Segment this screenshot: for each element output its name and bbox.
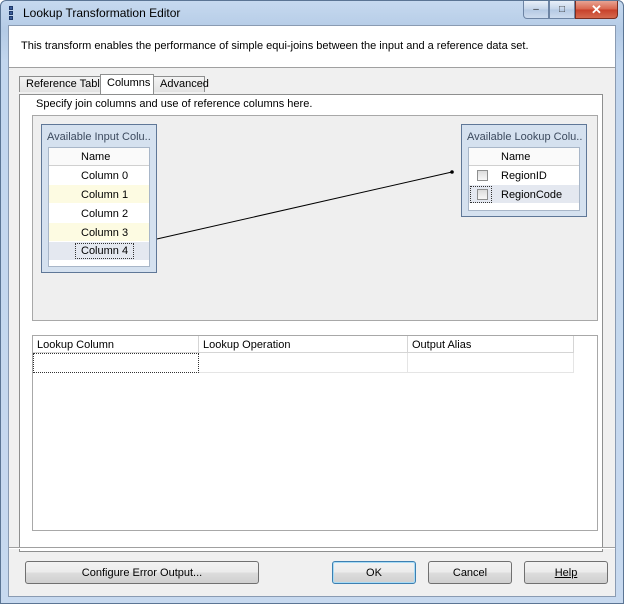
lookup-column-row[interactable]: RegionID — [469, 166, 579, 185]
mapping-canvas[interactable]: Available Input Colu... Name Column 0 Co… — [32, 115, 598, 321]
input-column-row[interactable]: Column 2 — [49, 204, 149, 223]
available-input-columns-box[interactable]: Available Input Colu... Name Column 0 Co… — [41, 124, 157, 273]
lookup-column-checkbox[interactable] — [477, 189, 488, 200]
help-button[interactable]: Help — [524, 561, 608, 584]
maximize-button[interactable]: □ — [549, 1, 575, 19]
header-description: This transform enables the performance o… — [21, 40, 529, 52]
columns-tab-description: Specify join columns and use of referenc… — [36, 98, 313, 110]
ok-button[interactable]: OK — [332, 561, 416, 584]
lookup-column-label: RegionID — [501, 170, 547, 182]
header-panel: This transform enables the performance o… — [9, 26, 615, 68]
input-column-label: Column 1 — [81, 189, 129, 201]
grid-cell-lookup-column[interactable] — [33, 353, 199, 373]
cancel-button[interactable]: Cancel — [428, 561, 512, 584]
maximize-icon: □ — [558, 4, 566, 15]
input-column-row-selected[interactable]: Column 4 — [49, 242, 149, 261]
input-column-label: Column 4 — [74, 243, 135, 259]
input-column-label: Column 0 — [81, 170, 129, 182]
input-column-row[interactable]: Column 3 — [49, 223, 149, 242]
dialog-client-area: This transform enables the performance o… — [8, 25, 616, 597]
grid-cell-lookup-operation[interactable] — [199, 353, 408, 373]
lookup-name-header: Name — [501, 151, 531, 163]
grid-header-lookup-column[interactable]: Lookup Column — [33, 336, 199, 353]
lookup-columns-list: Name RegionID RegionCode — [468, 147, 580, 211]
input-columns-title: Available Input Colu... — [47, 131, 151, 143]
grid-header-output-alias[interactable]: Output Alias — [408, 336, 574, 353]
window-title: Lookup Transformation Editor — [23, 6, 181, 20]
close-button[interactable]: ✕ — [575, 1, 618, 19]
input-column-label: Column 3 — [81, 227, 129, 239]
input-columns-header: Name — [49, 148, 149, 166]
tab-reference-table[interactable]: Reference Table — [19, 76, 106, 92]
lookup-columns-title: Available Lookup Colu... — [467, 131, 583, 143]
lookup-column-label: RegionCode — [501, 189, 563, 201]
lookup-column-row[interactable]: RegionCode — [469, 185, 579, 204]
lookup-columns-header: Name — [469, 148, 579, 166]
minimize-icon: ‒ — [533, 4, 539, 15]
close-icon: ✕ — [591, 1, 602, 17]
lookup-column-checkbox[interactable] — [477, 170, 488, 181]
lookup-editor-window: Lookup Transformation Editor ‒ □ ✕ This … — [0, 0, 624, 604]
configure-error-output-button[interactable]: Configure Error Output... — [25, 561, 259, 584]
grid-cell-output-alias[interactable] — [408, 353, 574, 373]
grid-header-row: Lookup Column Lookup Operation Output Al… — [33, 336, 574, 353]
tab-columns[interactable]: Columns — [100, 74, 154, 94]
input-column-row[interactable]: Column 0 — [49, 166, 149, 185]
title-bar[interactable]: Lookup Transformation Editor ‒ □ ✕ — [1, 1, 623, 25]
grid-new-row[interactable] — [33, 353, 574, 373]
minimize-button[interactable]: ‒ — [523, 1, 549, 19]
lookup-columns-grid[interactable]: Lookup Column Lookup Operation Output Al… — [32, 335, 598, 531]
input-name-header: Name — [81, 151, 111, 163]
tab-advanced[interactable]: Advanced — [153, 76, 209, 92]
input-column-row[interactable]: Column 1 — [49, 185, 149, 204]
input-columns-list: Name Column 0 Column 1 Column 2 Column 3 — [48, 147, 150, 267]
ssis-app-icon — [6, 6, 16, 20]
columns-tab-panel: Specify join columns and use of referenc… — [19, 94, 603, 552]
input-column-label: Column 2 — [81, 208, 129, 220]
help-button-label: Help — [554, 566, 578, 579]
button-separator — [9, 547, 615, 549]
available-lookup-columns-box[interactable]: Available Lookup Colu... Name RegionID R… — [461, 124, 587, 217]
grid-header-lookup-operation[interactable]: Lookup Operation — [199, 336, 408, 353]
